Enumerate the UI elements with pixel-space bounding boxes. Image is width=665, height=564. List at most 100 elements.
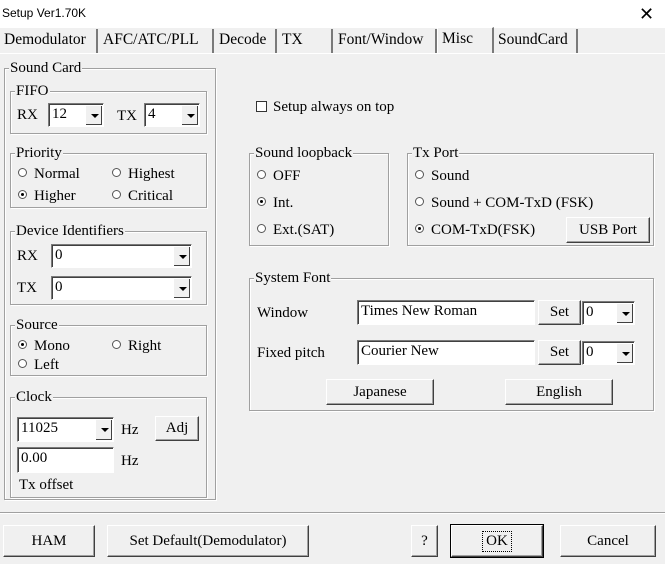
priority-higher-radio[interactable]: Higher — [18, 187, 76, 205]
source-mono-radio[interactable]: Mono — [18, 337, 70, 355]
tab-decode[interactable]: Decode — [215, 29, 277, 53]
fifo-tx-combo[interactable]: 4 — [144, 103, 200, 127]
txport-sound-radio[interactable]: Sound — [415, 167, 469, 185]
ok-label: OK — [482, 530, 512, 552]
device-tx-combo[interactable]: 0 — [51, 276, 192, 300]
tab-afc-atc-pll[interactable]: AFC/ATC/PLL — [99, 29, 214, 53]
fifo-tx-label: TX — [117, 108, 137, 124]
fixed-pitch-set-button[interactable]: Set — [538, 340, 581, 365]
loopback-off-radio[interactable]: OFF — [257, 167, 301, 185]
always-on-top-label: Setup always on top — [273, 99, 395, 115]
tab-demodulator[interactable]: Demodulator — [0, 29, 98, 53]
fixed-pitch-label: Fixed pitch — [257, 345, 325, 361]
clock-offset-value: 0.00 — [21, 450, 48, 466]
clock-rate-combo[interactable]: 11025 — [17, 417, 114, 442]
source-right-radio[interactable]: Right — [112, 337, 161, 355]
english-button[interactable]: English — [505, 379, 613, 405]
txport-sound-com-label: Sound + COM-TxD (FSK) — [431, 195, 594, 211]
sound-loopback-title: Sound loopback — [254, 145, 354, 161]
fifo-rx-value: 12 — [52, 106, 67, 122]
system-font-title: System Font — [254, 270, 332, 286]
device-rx-value: 0 — [55, 247, 63, 263]
source-left-label: Left — [34, 357, 59, 373]
offset-hz-label: Hz — [121, 453, 139, 469]
ham-label: HAM — [31, 532, 67, 549]
chevron-down-icon[interactable] — [616, 343, 633, 363]
set-default-button[interactable]: Set Default(Demodulator) — [107, 525, 309, 557]
tx-offset-label: Tx offset — [19, 477, 74, 493]
loopback-ext-radio[interactable]: Ext.(SAT) — [257, 221, 334, 239]
fifo-rx-combo[interactable]: 12 — [48, 103, 104, 127]
loopback-int-label: Int. — [273, 195, 294, 211]
fixed-pitch-size-combo[interactable]: 0 — [582, 341, 635, 365]
source-right-label: Right — [128, 338, 162, 354]
chevron-down-icon[interactable] — [95, 419, 112, 440]
priority-higher-label: Higher — [34, 188, 76, 204]
tab-font-window[interactable]: Font/Window — [334, 29, 437, 53]
clock-rate-value: 11025 — [21, 420, 58, 436]
adj-button[interactable]: Adj — [155, 416, 199, 441]
source-mono-label: Mono — [34, 338, 70, 354]
txport-com-radio[interactable]: COM-TxD(FSK) — [415, 221, 535, 239]
chevron-down-icon[interactable] — [173, 246, 190, 266]
tab-tx[interactable]: TX — [278, 29, 333, 53]
clock-title: Clock — [15, 389, 53, 405]
japanese-button[interactable]: Japanese — [326, 379, 434, 405]
close-button[interactable]: ✕ — [628, 0, 665, 28]
loopback-off-label: OFF — [273, 168, 301, 184]
fixed-pitch-field[interactable]: Courier New — [357, 340, 535, 365]
checkbox-icon[interactable] — [256, 101, 267, 112]
tab-divider — [0, 53, 665, 54]
device-identifiers-title: Device Identifiers — [15, 223, 125, 239]
close-icon: ✕ — [638, 3, 655, 24]
help-button[interactable]: ? — [411, 525, 438, 557]
window-font-set-label: Set — [549, 304, 570, 320]
window-font-label: Window — [257, 305, 309, 321]
source-left-radio[interactable]: Left — [18, 356, 59, 374]
usb-port-label: USB Port — [579, 221, 637, 238]
priority-normal-label: Normal — [34, 166, 80, 182]
device-tx-label: TX — [17, 280, 37, 296]
ok-button[interactable]: OK — [450, 524, 544, 558]
chevron-down-icon[interactable] — [173, 278, 190, 298]
chevron-down-icon[interactable] — [616, 303, 633, 323]
window-title: Setup Ver1.70K — [2, 6, 87, 20]
window-font-size-combo[interactable]: 0 — [582, 301, 635, 325]
cancel-label: Cancel — [587, 532, 629, 549]
clock-offset-field[interactable]: 0.00 — [17, 447, 114, 473]
tab-misc[interactable]: Misc — [437, 27, 494, 54]
loopback-ext-label: Ext.(SAT) — [273, 222, 335, 238]
priority-critical-radio[interactable]: Critical — [112, 187, 173, 205]
cancel-button[interactable]: Cancel — [560, 525, 656, 557]
ham-button[interactable]: HAM — [3, 525, 95, 557]
fixed-pitch-set-label: Set — [549, 344, 570, 360]
window-font-size-value: 0 — [586, 304, 594, 320]
fixed-pitch-value: Courier New — [361, 343, 439, 359]
usb-port-button[interactable]: USB Port — [566, 217, 650, 243]
adj-label: Adj — [165, 420, 189, 436]
loopback-int-radio[interactable]: Int. — [257, 194, 293, 212]
priority-highest-label: Highest — [128, 166, 175, 182]
sound-card-title: Sound Card — [9, 60, 83, 76]
priority-highest-radio[interactable]: Highest — [112, 165, 175, 183]
fixed-pitch-size-value: 0 — [586, 344, 594, 360]
clock-hz-label: Hz — [121, 422, 139, 438]
fifo-tx-value: 4 — [148, 106, 156, 122]
title-bar — [0, 0, 665, 28]
device-rx-combo[interactable]: 0 — [51, 244, 192, 268]
english-label: English — [536, 383, 582, 400]
japanese-label: Japanese — [353, 383, 407, 400]
priority-normal-radio[interactable]: Normal — [18, 165, 80, 183]
source-title: Source — [15, 317, 59, 333]
priority-title: Priority — [15, 145, 63, 161]
window-font-set-button[interactable]: Set — [538, 300, 581, 325]
chevron-down-icon[interactable] — [181, 105, 198, 125]
fifo-rx-label: RX — [17, 107, 38, 123]
help-icon: ? — [421, 532, 428, 549]
window-font-field[interactable]: Times New Roman — [357, 300, 535, 325]
window-font-value: Times New Roman — [361, 303, 478, 319]
always-on-top-checkbox[interactable]: Setup always on top — [256, 98, 394, 116]
chevron-down-icon[interactable] — [85, 105, 102, 125]
tab-soundcard[interactable]: SoundCard — [494, 29, 578, 53]
txport-sound-com-radio[interactable]: Sound + COM-TxD (FSK) — [415, 194, 593, 212]
